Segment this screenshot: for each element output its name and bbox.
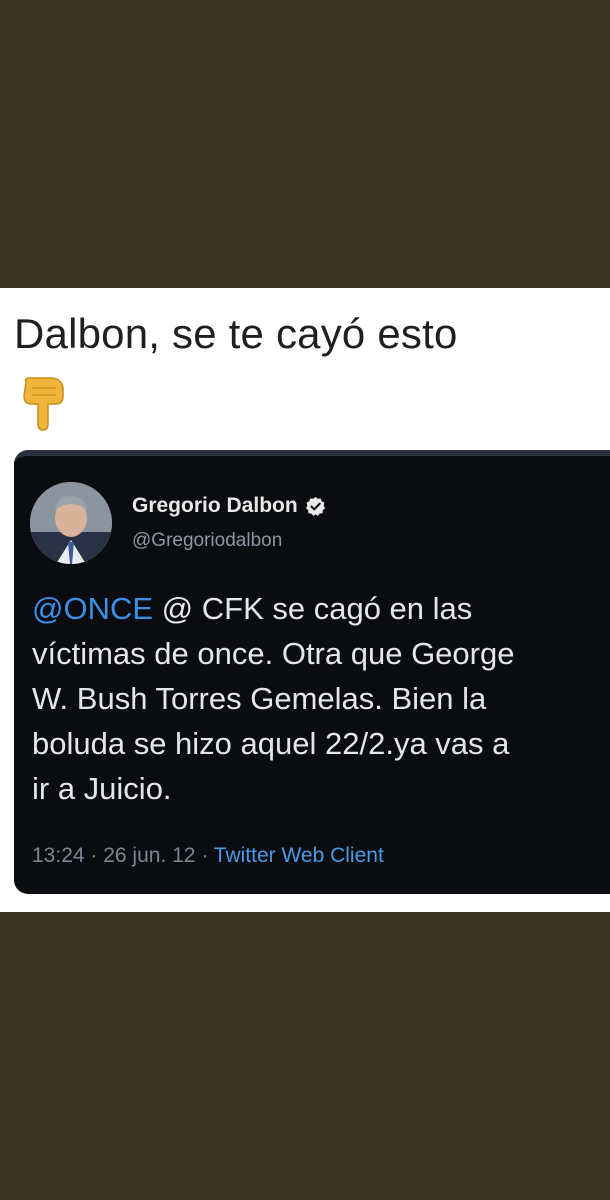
meta-separator: ·: [195, 844, 214, 867]
avatar[interactable]: [30, 482, 112, 564]
meme-panel: Dalbon, se te cayó esto Gregorio Dalbon …: [0, 288, 610, 912]
meme-caption: Dalbon, se te cayó esto: [14, 310, 458, 357]
embedded-tweet-card[interactable]: Gregorio Dalbon @Gregoriodalbon @ONCE @ …: [14, 450, 610, 894]
author-handle[interactable]: @Gregoriodalbon: [132, 530, 282, 552]
author-row: Gregorio Dalbon: [132, 494, 326, 518]
bottom-background-band: [0, 912, 610, 1200]
author-name[interactable]: Gregorio Dalbon: [132, 494, 298, 518]
top-background-band: [0, 0, 610, 288]
meta-separator: ·: [84, 844, 104, 867]
mention-link[interactable]: @ONCE: [32, 591, 153, 626]
tweet-client[interactable]: Twitter Web Client: [214, 844, 384, 867]
tweet-time[interactable]: 13:24: [32, 844, 85, 867]
verified-badge-icon: [305, 496, 325, 516]
profile-photo-icon: [30, 482, 112, 564]
tweet-meta: 13:24 · 26 jun. 12 · Twitter Web Client: [32, 844, 384, 868]
pointing-down-hand-icon: [23, 377, 64, 431]
tweet-text-line1: @ CFK se cagó en las: [153, 591, 473, 626]
tweet-text-rest: víctimas de once. Otra que George W. Bus…: [32, 636, 515, 806]
tweet-date[interactable]: 26 jun. 12: [103, 844, 195, 867]
tweet-text: @ONCE @ CFK se cagó en las víctimas de o…: [32, 586, 610, 811]
